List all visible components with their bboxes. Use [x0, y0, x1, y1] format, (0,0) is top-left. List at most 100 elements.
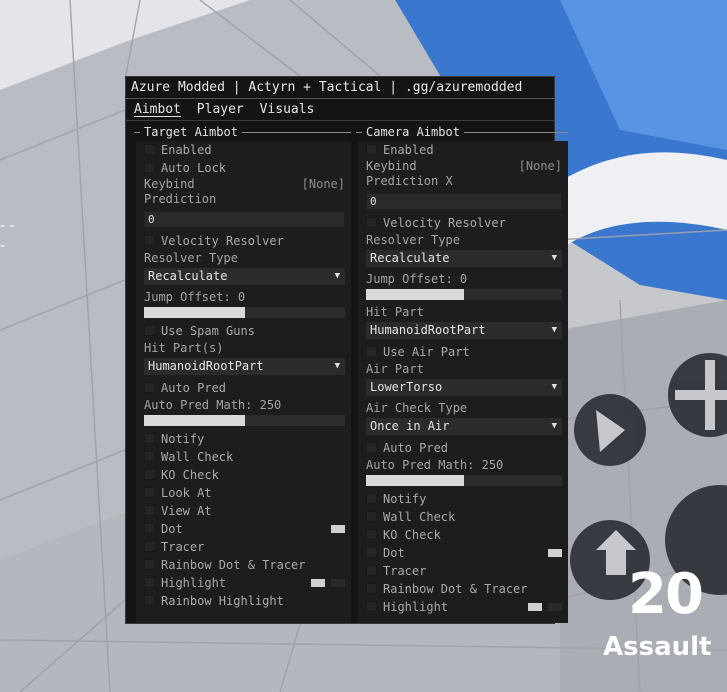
- ko-check-toggle[interactable]: KO Check: [366, 526, 562, 544]
- auto-pred-math-label: Auto Pred Math: 250: [144, 398, 282, 412]
- jump-offset-slider[interactable]: [144, 307, 345, 318]
- air-check-type-dropdown[interactable]: Once in Air ▼: [366, 418, 562, 435]
- highlight-toggle[interactable]: Highlight: [366, 598, 562, 616]
- checkbox[interactable]: [366, 346, 377, 357]
- notify-toggle[interactable]: Notify: [144, 430, 345, 448]
- tab-player[interactable]: Player: [197, 102, 244, 117]
- auto-lock-toggle[interactable]: Auto Lock: [144, 159, 345, 177]
- checkbox[interactable]: [366, 583, 377, 594]
- hit-part-dropdown[interactable]: HumanoidRootPart ▼: [366, 322, 562, 339]
- hit-parts-dropdown[interactable]: HumanoidRootPart ▼: [144, 358, 345, 375]
- chevron-down-icon: ▼: [551, 382, 557, 392]
- rainbow-dot-tracer-toggle[interactable]: Rainbow Dot & Tracer: [366, 580, 562, 598]
- checkbox[interactable]: [144, 451, 155, 462]
- keybind-row[interactable]: Keybind Prediction [None]: [144, 177, 345, 209]
- tab-visuals[interactable]: Visuals: [260, 102, 315, 117]
- checkbox[interactable]: [144, 382, 155, 393]
- highlight-fill-swatch[interactable]: [528, 603, 542, 611]
- jump-offset-label: Jump Offset: 0: [144, 290, 246, 304]
- keybind-value[interactable]: [None]: [519, 159, 562, 174]
- tracer-toggle[interactable]: Tracer: [366, 562, 562, 580]
- jump-offset-slider[interactable]: [366, 289, 562, 300]
- highlight-outline-swatch[interactable]: [548, 603, 562, 611]
- velocity-resolver-toggle[interactable]: Velocity Resolver: [144, 232, 345, 250]
- highlight-outline-swatch[interactable]: [331, 579, 345, 587]
- highlight-toggle[interactable]: Highlight: [144, 574, 345, 592]
- checkbox[interactable]: [144, 523, 155, 534]
- slider-fill: [144, 415, 245, 426]
- checkbox[interactable]: [366, 144, 377, 155]
- checkbox[interactable]: [366, 547, 377, 558]
- checkbox[interactable]: [144, 541, 155, 552]
- keybind-row[interactable]: Keybind Prediction X [None]: [366, 159, 562, 191]
- enabled-toggle[interactable]: Enabled: [144, 141, 345, 159]
- air-part-dropdown[interactable]: LowerTorso ▼: [366, 379, 562, 396]
- camera-aimbot-title: Camera Aimbot: [362, 125, 464, 139]
- checkbox[interactable]: [144, 469, 155, 480]
- view-at-toggle[interactable]: View At: [144, 502, 345, 520]
- slider-fill: [366, 475, 464, 486]
- tab-aimbot[interactable]: Aimbot: [134, 102, 181, 117]
- dash-marks: - -: [0, 218, 15, 234]
- checkbox[interactable]: [144, 559, 155, 570]
- dot-color-swatch[interactable]: [548, 549, 562, 557]
- hud-round-number: 20: [628, 562, 704, 627]
- air-check-type-label: Air Check Type: [366, 401, 468, 415]
- chevron-down-icon: ▼: [551, 325, 557, 335]
- camera-aimbot-body: Enabled Keybind Prediction X [None] 0 Ve…: [358, 141, 568, 623]
- dot-toggle[interactable]: Dot: [366, 544, 562, 562]
- use-spam-guns-toggle[interactable]: Use Spam Guns: [144, 322, 345, 340]
- checkbox[interactable]: [144, 487, 155, 498]
- chevron-down-icon: ▼: [334, 361, 340, 371]
- menu-title: Azure Modded | Actyrn + Tactical | .gg/a…: [126, 77, 554, 99]
- checkbox[interactable]: [366, 529, 377, 540]
- tab-bar: Aimbot Player Visuals: [126, 101, 554, 121]
- section-header: Camera Aimbot: [356, 123, 568, 141]
- checkbox[interactable]: [144, 595, 155, 606]
- checkbox[interactable]: [366, 511, 377, 522]
- prediction-input[interactable]: 0: [144, 211, 345, 228]
- checkbox[interactable]: [366, 217, 377, 228]
- checkbox[interactable]: [366, 565, 377, 576]
- checkbox[interactable]: [144, 325, 155, 336]
- checkbox[interactable]: [144, 162, 155, 173]
- checkbox[interactable]: [144, 144, 155, 155]
- notify-toggle[interactable]: Notify: [366, 490, 562, 508]
- dot-toggle[interactable]: Dot: [144, 520, 345, 538]
- checkbox[interactable]: [366, 442, 377, 453]
- keybind-value[interactable]: [None]: [302, 177, 345, 192]
- highlight-fill-swatch[interactable]: [311, 579, 325, 587]
- use-air-part-toggle[interactable]: Use Air Part: [366, 343, 562, 361]
- enabled-toggle[interactable]: Enabled: [366, 141, 562, 159]
- checkbox[interactable]: [366, 601, 377, 612]
- prediction-x-input[interactable]: 0: [366, 193, 562, 210]
- checkbox[interactable]: [366, 493, 377, 504]
- auto-pred-math-label: Auto Pred Math: 250: [366, 458, 504, 472]
- checkbox[interactable]: [144, 433, 155, 444]
- dot-color-swatch[interactable]: [331, 525, 345, 533]
- velocity-resolver-toggle[interactable]: Velocity Resolver: [366, 214, 562, 232]
- auto-pred-math-slider[interactable]: [366, 475, 562, 486]
- resolver-type-dropdown[interactable]: Recalculate ▼: [366, 250, 562, 267]
- rainbow-highlight-toggle[interactable]: Rainbow Highlight: [144, 592, 345, 610]
- target-aimbot-body: Enabled Auto Lock Keybind Prediction [No…: [136, 141, 351, 623]
- hit-part-label: Hit Part: [366, 305, 424, 319]
- look-at-toggle[interactable]: Look At: [144, 484, 345, 502]
- checkbox[interactable]: [144, 505, 155, 516]
- slider-fill: [366, 289, 464, 300]
- ko-check-toggle[interactable]: KO Check: [144, 466, 345, 484]
- auto-pred-math-slider[interactable]: [144, 415, 345, 426]
- auto-pred-toggle[interactable]: Auto Pred: [144, 379, 345, 397]
- resolver-type-dropdown[interactable]: Recalculate ▼: [144, 268, 345, 285]
- wall-check-toggle[interactable]: Wall Check: [366, 508, 562, 526]
- wall-check-toggle[interactable]: Wall Check: [144, 448, 345, 466]
- rainbow-dot-tracer-toggle[interactable]: Rainbow Dot & Tracer: [144, 556, 345, 574]
- camera-aimbot-section: Camera Aimbot Enabled Keybind Prediction…: [356, 123, 568, 623]
- checkbox[interactable]: [144, 235, 155, 246]
- tracer-toggle[interactable]: Tracer: [144, 538, 345, 556]
- checkbox[interactable]: [144, 577, 155, 588]
- resolver-type-label: Resolver Type: [366, 233, 460, 247]
- prediction-label: Prediction: [144, 192, 217, 206]
- auto-pred-toggle[interactable]: Auto Pred: [366, 439, 562, 457]
- slider-fill: [144, 307, 245, 318]
